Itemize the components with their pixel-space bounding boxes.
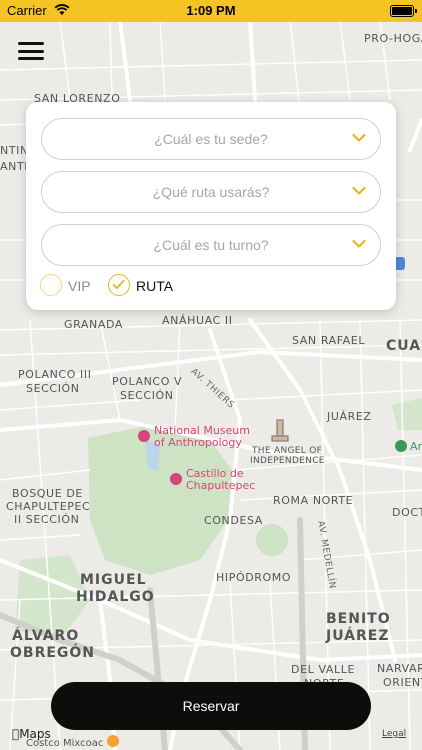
map-label-anahuac: ANÁHUAC II: [162, 314, 233, 327]
chevron-down-icon: [352, 239, 366, 248]
map-label-doct: DOCT: [392, 506, 422, 519]
chevron-down-icon: [352, 186, 366, 195]
map-label-cuau: CUAU: [386, 338, 422, 354]
map-label-castillo-2[interactable]: Chapultepec: [186, 480, 255, 492]
menu-button[interactable]: [18, 40, 44, 62]
map-label-del-valle: DEL VALLE: [291, 663, 355, 676]
battery-icon: [390, 5, 417, 17]
chevron-down-icon: [352, 133, 366, 142]
map-label-miguel: MIGUEL: [80, 572, 147, 588]
turno-select[interactable]: ¿Cuál es tu turno?: [41, 224, 381, 266]
map-label-roma-norte: ROMA NORTE: [273, 494, 354, 507]
map-label-polanco-v-seccion: SECCIÓN: [120, 389, 174, 402]
status-bar: Carrier 1:09 PM: [0, 0, 422, 22]
map-label-polanco-iii-seccion: SECCIÓN: [26, 382, 80, 395]
checkmark-icon: [112, 279, 125, 289]
map-label-bosque: BOSQUE DE: [12, 487, 83, 500]
menu-icon-bar: [18, 57, 44, 60]
map-label-narvar: NARVAR: [377, 662, 422, 675]
sede-placeholder: ¿Cuál es tu sede?: [154, 131, 268, 147]
ruta-select[interactable]: ¿Qué ruta usarás?: [41, 171, 381, 213]
map-label-polanco-iii: POLANCO III: [18, 368, 92, 381]
map-label-juarez-2: JUÁREZ: [326, 628, 390, 644]
map-label-angel[interactable]: THE ANGEL OF: [252, 446, 322, 456]
map-label-costco: Costco Mixcoac: [26, 738, 104, 749]
map-label-polanco-v: POLANCO V: [112, 375, 183, 388]
map-label-alvaro: ÁLVARO: [12, 628, 80, 644]
vip-radio[interactable]: [40, 274, 62, 296]
ruta-radio[interactable]: [108, 274, 130, 296]
menu-icon-bar: [18, 42, 44, 45]
map-label-bosque-2: CHAPULTEPEC: [6, 500, 91, 513]
map-label-hipodromo: HIPÓDROMO: [216, 571, 292, 584]
booking-form-card: ¿Cuál es tu sede? ¿Qué ruta usarás? ¿Cuá…: [26, 102, 396, 310]
map-label-obregon: OBREGÓN: [10, 645, 96, 661]
map-label-condesa: CONDESA: [204, 514, 263, 527]
menu-icon-bar: [18, 49, 44, 53]
map-label-san-rafael: SAN RAFAEL: [292, 334, 366, 347]
map-label-benito: BENITO: [326, 611, 391, 627]
legal-link[interactable]: Legal: [382, 729, 406, 739]
vip-label[interactable]: VIP: [68, 278, 91, 294]
map-label-narvar-2: ORIENT: [383, 676, 422, 689]
ruta-label[interactable]: RUTA: [136, 278, 173, 294]
map-label-ar: Ar: [410, 440, 422, 453]
map-label-juarez: JUÁREZ: [327, 410, 372, 423]
map-label-bosque-3: II SECCIÓN: [14, 513, 80, 526]
map-label-granada: GRANADA: [64, 318, 124, 331]
clock: 1:09 PM: [186, 3, 236, 18]
ruta-placeholder: ¿Qué ruta usarás?: [152, 184, 270, 200]
sede-select[interactable]: ¿Cuál es tu sede?: [41, 118, 381, 160]
map-label-pro-hogar: PRO-HOGAR: [364, 32, 422, 45]
reservar-button[interactable]: Reservar: [51, 682, 371, 730]
map-label-angel-2[interactable]: INDEPENDENCE: [250, 456, 325, 466]
turno-placeholder: ¿Cuál es tu turno?: [153, 237, 269, 253]
map-label-hidalgo: HIDALGO: [76, 589, 155, 605]
map-label-museum-2[interactable]: of Anthropology: [154, 437, 242, 449]
